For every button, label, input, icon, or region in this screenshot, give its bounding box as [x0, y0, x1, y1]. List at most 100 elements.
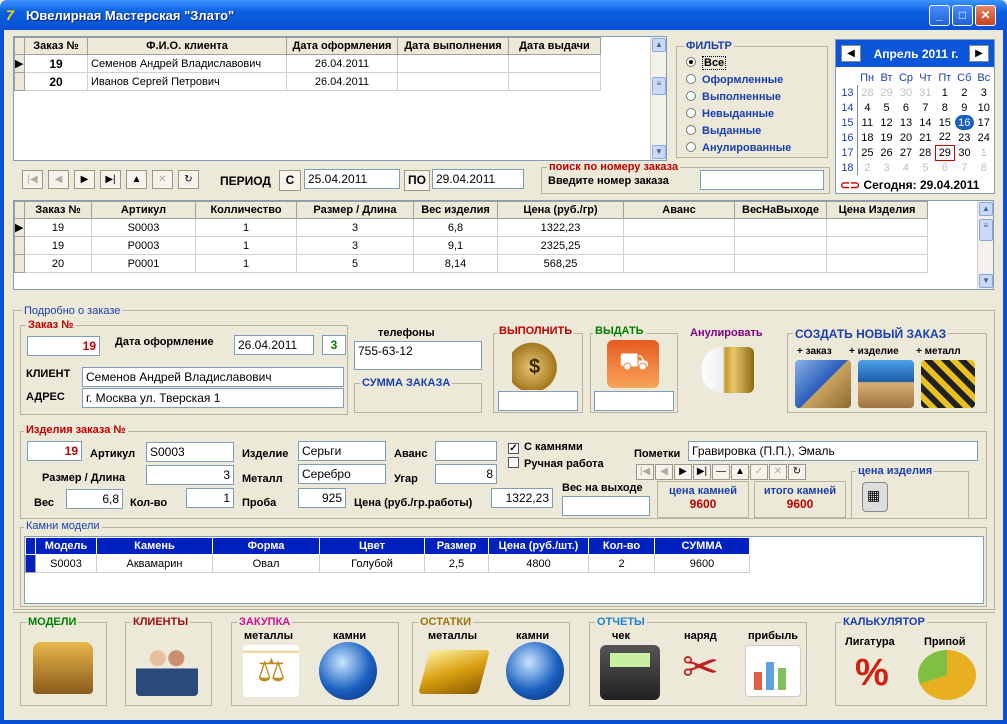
nav2-last-button[interactable]: ▶|: [693, 464, 711, 480]
new-item-box-icon[interactable]: [858, 360, 914, 408]
nav-next-button[interactable]: ▶: [74, 170, 95, 189]
nav2-next-button[interactable]: ▶: [674, 464, 692, 480]
treasure-chest-icon[interactable]: [33, 642, 93, 694]
price-field[interactable]: 1322,23: [491, 488, 553, 508]
size-field[interactable]: 3: [146, 465, 234, 485]
table-row[interactable]: ▶ 19 S0003 1 3 6,8 1322,23: [14, 218, 928, 237]
period-to-button[interactable]: ПО: [404, 170, 430, 191]
col-date-done[interactable]: Дата выполнения: [397, 37, 509, 55]
table-row[interactable]: ▶ 19 Семенов Андрей Владиславович 26.04.…: [14, 54, 601, 73]
search-input[interactable]: [700, 170, 824, 190]
col-article[interactable]: Артикул: [91, 201, 196, 219]
weight-field[interactable]: 6,8: [66, 489, 123, 509]
calendar-day[interactable]: 19: [877, 130, 896, 145]
calendar-day[interactable]: 6: [935, 160, 954, 175]
scroll-up-icon[interactable]: ▲: [652, 38, 666, 52]
calendar-day[interactable]: 11: [857, 115, 876, 130]
nav-last-button[interactable]: ▶|: [100, 170, 121, 189]
calendar-next-button[interactable]: ▶: [969, 45, 989, 62]
calendar-day[interactable]: 25: [857, 145, 876, 160]
nav-prev-button[interactable]: ◀: [48, 170, 69, 189]
maximize-button[interactable]: □: [952, 5, 973, 26]
close-button[interactable]: ✕: [975, 5, 996, 26]
col-color[interactable]: Цвет: [319, 537, 425, 555]
calendar-day[interactable]: 10: [974, 100, 993, 115]
orders-scrollbar[interactable]: ▲ ≡ ▼: [650, 37, 666, 160]
tools-icon[interactable]: ✂: [676, 642, 734, 700]
clients-icon[interactable]: [136, 642, 198, 696]
calendar-day[interactable]: 7: [916, 100, 935, 115]
article-field[interactable]: S0003: [146, 442, 234, 462]
scroll-thumb[interactable]: ≡: [652, 77, 666, 95]
issue-field[interactable]: [594, 391, 674, 411]
calendar-day[interactable]: 23: [955, 130, 975, 145]
nav-first-button[interactable]: |◀: [22, 170, 43, 189]
calendar-day[interactable]: 8: [935, 100, 954, 115]
calendar-day[interactable]: 14: [916, 115, 935, 130]
col-stone-price[interactable]: Цена (руб./шт.): [488, 537, 589, 555]
period-to-field[interactable]: 29.04.2011: [432, 169, 524, 189]
items-count-field[interactable]: 3: [322, 335, 346, 355]
bullet-icon[interactable]: [702, 347, 754, 393]
col-model[interactable]: Модель: [35, 537, 97, 555]
calendar-day[interactable]: 9: [955, 100, 975, 115]
orders-grid[interactable]: Заказ № Ф.И.О. клиента Дата оформления Д…: [13, 36, 667, 161]
item-field[interactable]: Серьги: [298, 441, 386, 461]
scroll-thumb[interactable]: ≡: [979, 219, 993, 241]
period-from-field[interactable]: 25.04.2011: [304, 169, 400, 189]
cash-register-icon[interactable]: [600, 645, 660, 700]
calendar-day[interactable]: 27: [896, 145, 916, 160]
table-row[interactable]: 20 Иванов Сергей Петрович 26.04.2011: [14, 72, 601, 91]
filter-not-issued[interactable]: Невыданные: [686, 108, 774, 120]
gold-bars-icon[interactable]: [418, 650, 490, 694]
out-weight-field[interactable]: [562, 496, 650, 516]
filter-created[interactable]: Оформленные: [686, 74, 783, 86]
col-date-created[interactable]: Дата оформления: [286, 37, 398, 55]
calendar-day[interactable]: 13: [896, 115, 916, 130]
shopping-cart-icon[interactable]: ⛟: [607, 340, 659, 388]
globe-icon[interactable]: [506, 642, 564, 700]
calendar-day[interactable]: 28: [857, 85, 876, 100]
calendar-day[interactable]: 24: [974, 130, 993, 145]
calendar-day[interactable]: 30: [955, 145, 975, 160]
nav-delete-button[interactable]: ✕: [152, 170, 173, 189]
table-row[interactable]: 20 P0001 1 5 8,14 568,25: [14, 254, 928, 273]
calendar-day[interactable]: 30: [896, 85, 916, 100]
col-item-price[interactable]: Цена Изделия: [826, 201, 928, 219]
stones-checkbox[interactable]: ✓ С камнями: [508, 441, 583, 454]
probe-field[interactable]: 925: [298, 488, 346, 508]
calendar-day[interactable]: 4: [896, 160, 916, 175]
calendar-day[interactable]: 20: [896, 130, 916, 145]
alloy-percent-icon[interactable]: %: [845, 650, 903, 702]
filter-done[interactable]: Выполненные: [686, 91, 781, 103]
nav2-up-button[interactable]: ▲: [731, 464, 749, 480]
calendar-day[interactable]: 29: [877, 85, 896, 100]
calendar-day[interactable]: 21: [916, 130, 935, 145]
table-row[interactable]: 19 P0003 1 3 9,1 2325,25: [14, 236, 928, 255]
calendar-prev-button[interactable]: ◀: [841, 45, 861, 62]
calendar[interactable]: ◀ ▶ Апрель 2011 г. Пн Вт Ср Чт Пт Сб Вс …: [835, 39, 995, 194]
date-field[interactable]: 26.04.2011: [234, 335, 314, 355]
calendar-day[interactable]: 29: [934, 144, 956, 161]
pie-chart-icon[interactable]: [918, 650, 976, 700]
calendar-day[interactable]: 17: [974, 115, 993, 130]
chart-icon[interactable]: [745, 645, 801, 697]
nav2-refresh-button[interactable]: ↻: [788, 464, 806, 480]
new-order-shield-icon[interactable]: [795, 360, 851, 408]
calendar-day[interactable]: 2: [857, 160, 876, 175]
col-out-weight[interactable]: ВесНаВыходе: [734, 201, 827, 219]
order-num-field[interactable]: 19: [27, 336, 100, 356]
calendar-day[interactable]: 3: [877, 160, 896, 175]
calendar-day[interactable]: 22: [935, 130, 954, 145]
scroll-down-icon[interactable]: ▼: [652, 145, 666, 159]
items-grid[interactable]: Заказ № Артикул Колличество Размер / Дли…: [13, 200, 994, 290]
advance-field[interactable]: [435, 441, 497, 461]
calendar-day[interactable]: 5: [877, 100, 896, 115]
col-quantity[interactable]: Колличество: [195, 201, 297, 219]
metal-field[interactable]: Серебро: [298, 464, 386, 484]
calendar-day[interactable]: 26: [877, 145, 896, 160]
col-order-num[interactable]: Заказ №: [24, 201, 92, 219]
calendar-day[interactable]: 28: [916, 145, 935, 160]
calendar-day[interactable]: 4: [857, 100, 876, 115]
calendar-day[interactable]: 7: [955, 160, 975, 175]
